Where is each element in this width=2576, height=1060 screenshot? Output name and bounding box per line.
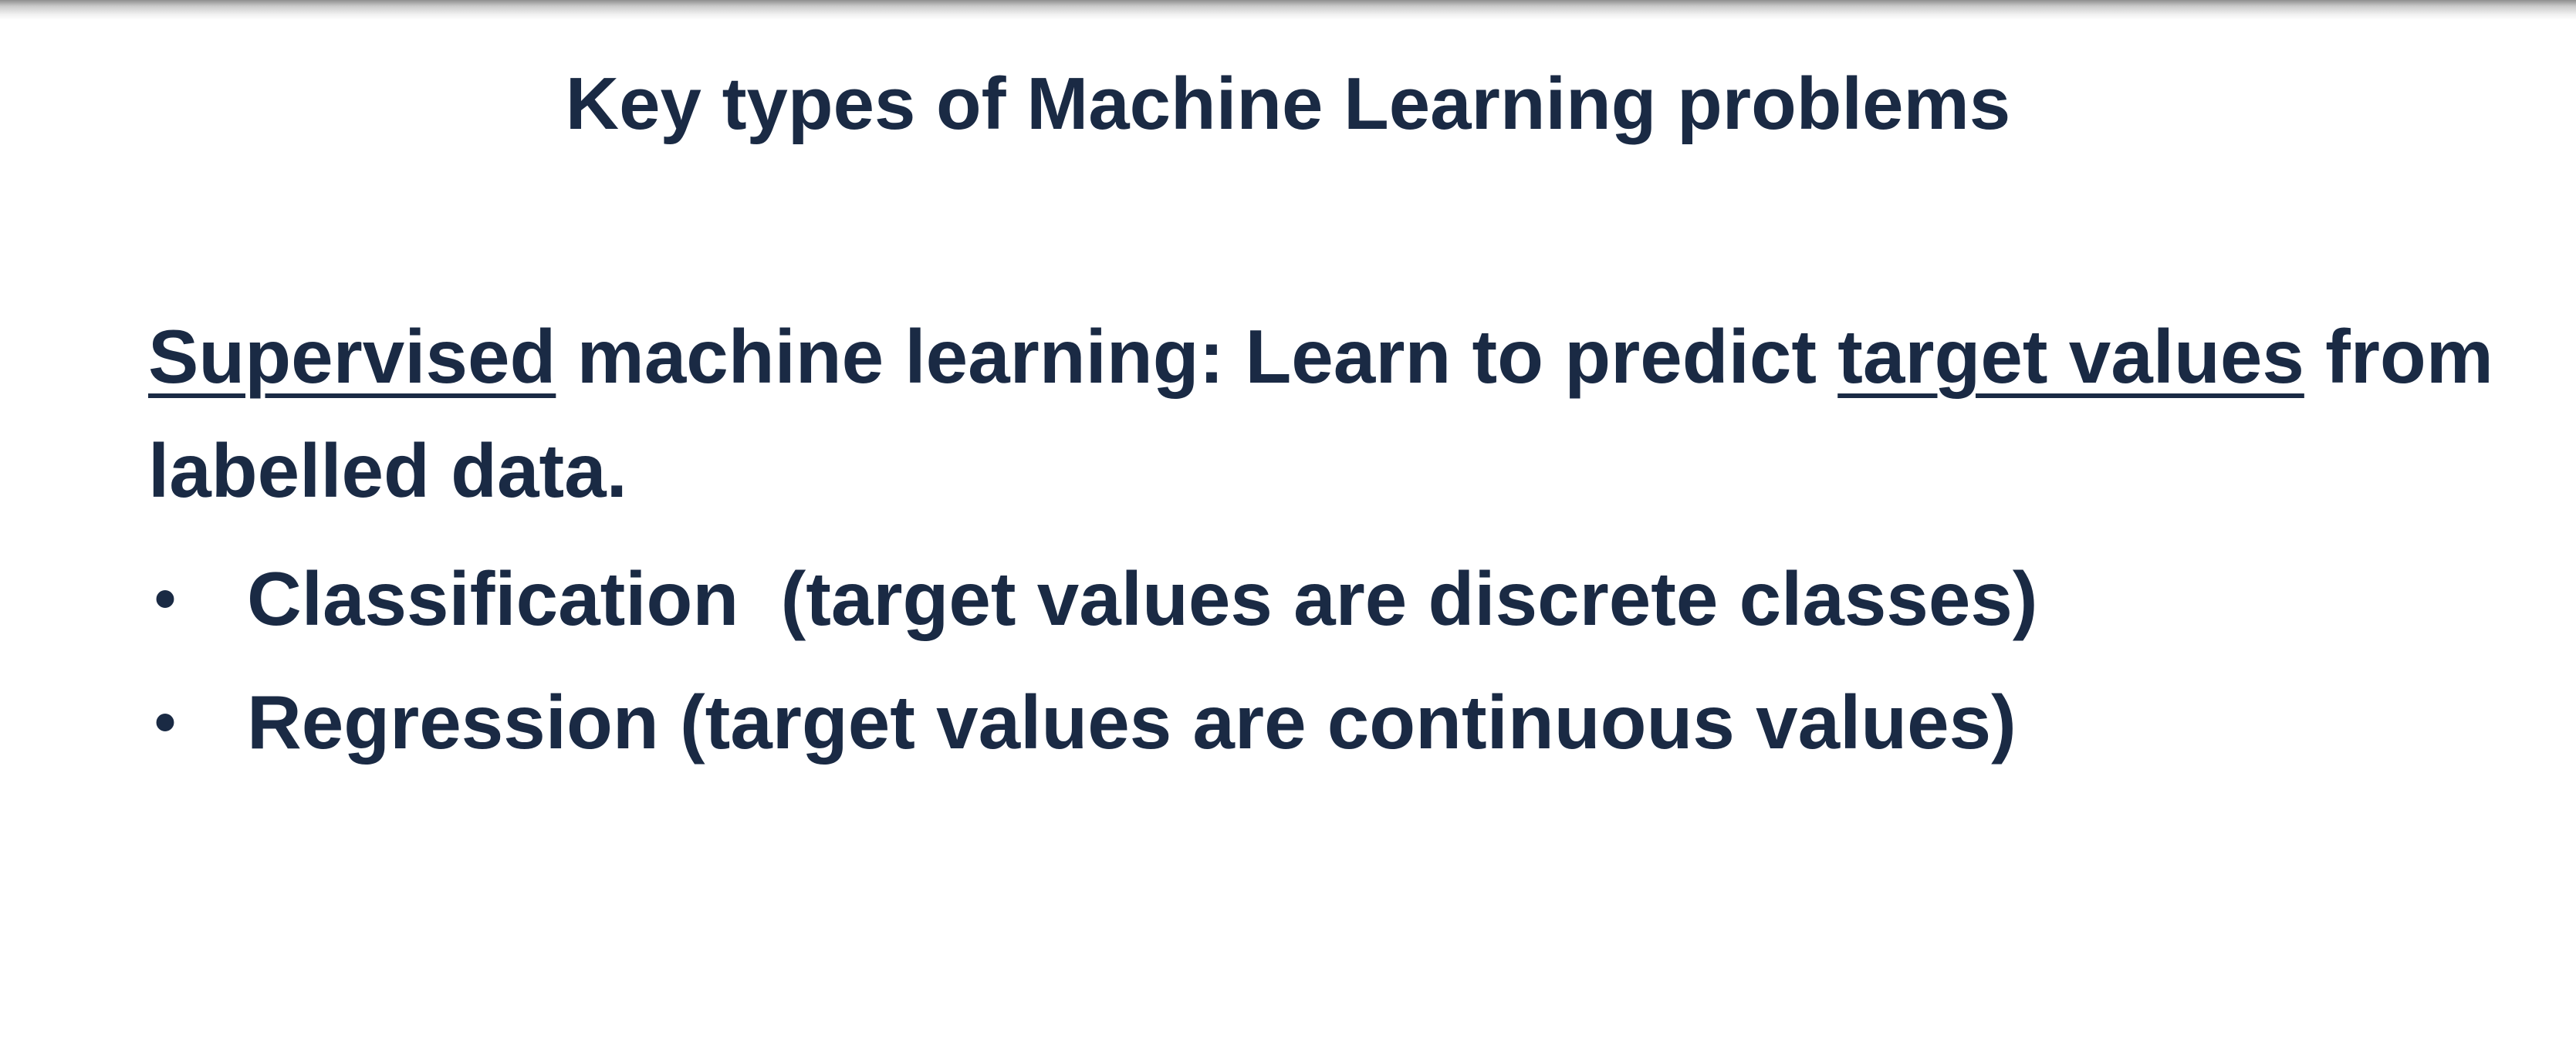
- bullet-marker: •: [154, 564, 177, 633]
- bullet-text-regression: Regression (target values are continuous…: [247, 680, 2017, 765]
- slide-title: Key types of Machine Learning problems: [565, 62, 2011, 145]
- definition-middle-text: machine learning: Learn to predict: [556, 314, 1838, 399]
- supervised-definition: Supervised machine learning: Learn to pr…: [148, 299, 2525, 528]
- bullet-regression: • Regression (target values are continuo…: [148, 660, 2525, 784]
- slide-body: Supervised machine learning: Learn to pr…: [148, 299, 2525, 784]
- bullet-text-classification: Classification (target values are discre…: [247, 556, 2038, 641]
- term-supervised: Supervised: [148, 314, 556, 399]
- term-target-values: target values: [1837, 314, 2304, 399]
- bullet-classification: • Classification (target values are disc…: [148, 537, 2525, 660]
- bullet-marker: •: [154, 687, 177, 756]
- bullet-list: • Classification (target values are disc…: [148, 537, 2525, 784]
- presentation-slide: Key types of Machine Learning problems S…: [0, 0, 2576, 1060]
